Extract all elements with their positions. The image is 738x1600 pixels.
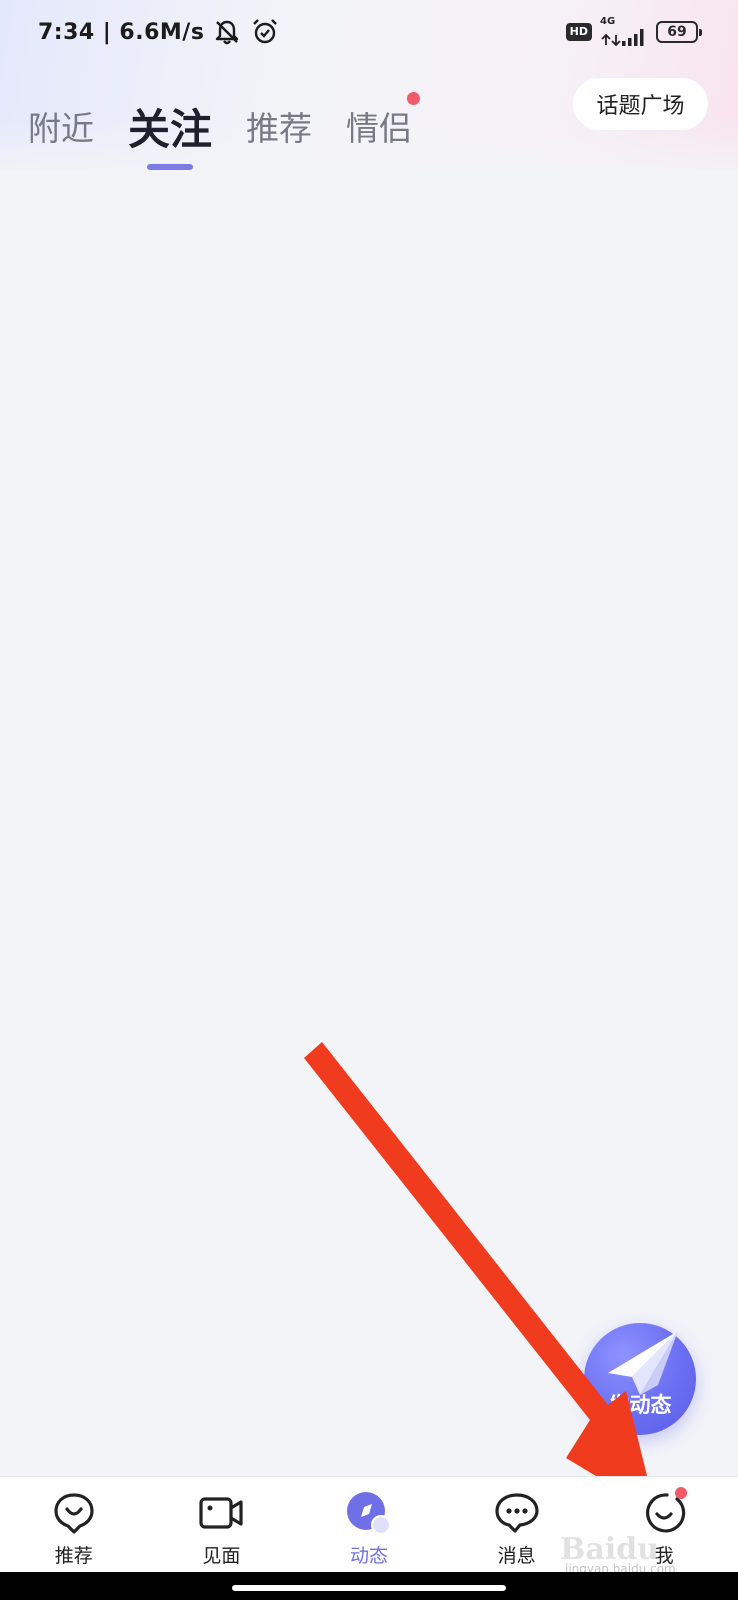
heart-bubble-icon: [49, 1489, 99, 1537]
nav-label: 见面: [202, 1545, 241, 1567]
compass-icon: [344, 1489, 394, 1537]
video-camera-icon: [196, 1489, 246, 1537]
smile-face-icon: [639, 1487, 689, 1537]
nav-item-messages[interactable]: 消息: [462, 1489, 572, 1568]
nav-label: 动态: [349, 1545, 388, 1567]
nav-item-moments[interactable]: 动态: [314, 1489, 424, 1568]
nav-item-meet[interactable]: 见面: [166, 1489, 276, 1568]
nav-item-recommend[interactable]: 推荐: [19, 1489, 129, 1568]
home-indicator[interactable]: [232, 1585, 506, 1591]
chat-bubble-icon: [492, 1489, 542, 1537]
nav-label: 推荐: [54, 1545, 93, 1567]
nav-label: 消息: [497, 1545, 536, 1567]
red-arrow-annotation: [304, 1042, 656, 1512]
